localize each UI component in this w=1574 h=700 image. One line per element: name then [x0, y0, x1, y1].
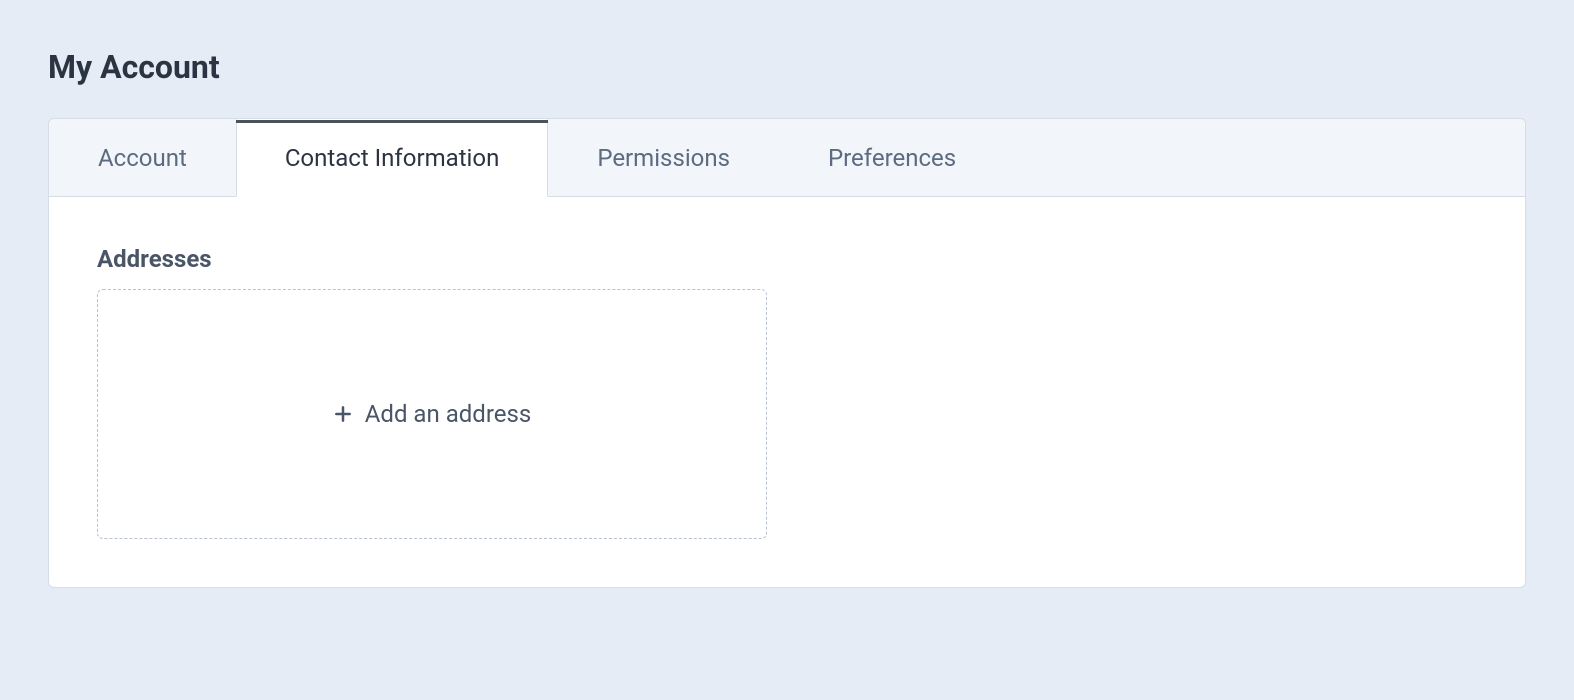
plus-icon	[333, 404, 353, 424]
page-title: My Account	[48, 48, 1526, 86]
addresses-heading: Addresses	[97, 245, 1477, 273]
tab-permissions[interactable]: Permissions	[548, 119, 779, 197]
tab-bar: Account Contact Information Permissions …	[49, 119, 1525, 197]
tab-content: Addresses Add an address	[49, 197, 1525, 587]
tab-contact-information[interactable]: Contact Information	[236, 119, 549, 197]
tab-preferences[interactable]: Preferences	[779, 119, 1005, 197]
add-address-label: Add an address	[365, 400, 531, 428]
account-card: Account Contact Information Permissions …	[48, 118, 1526, 588]
add-address-button[interactable]: Add an address	[97, 289, 767, 539]
tab-account[interactable]: Account	[49, 119, 236, 197]
add-card-content: Add an address	[333, 400, 531, 428]
